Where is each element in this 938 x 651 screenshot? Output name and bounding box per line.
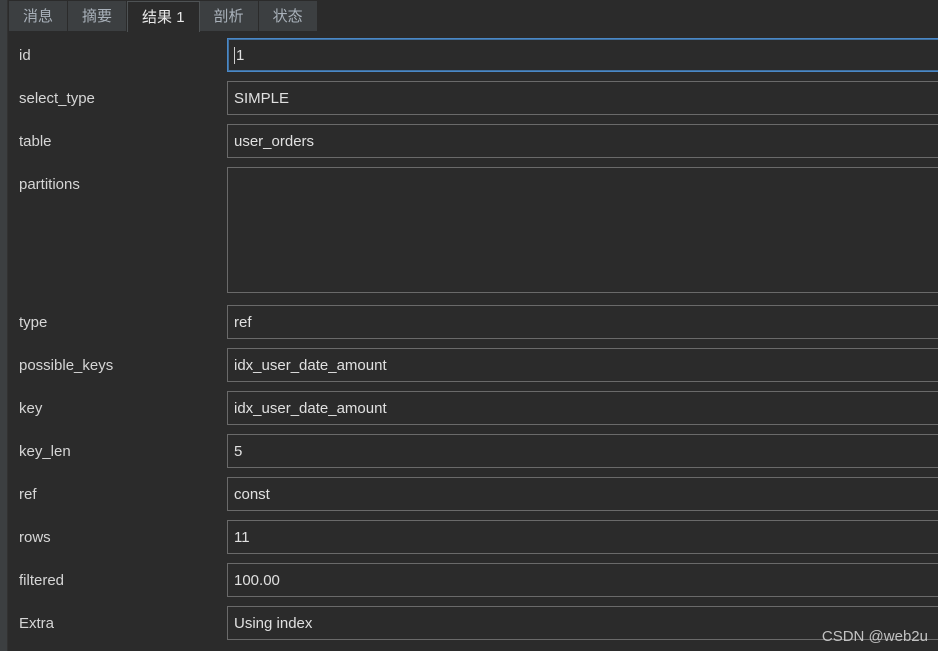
left-gutter-strip (0, 0, 8, 651)
tab-3[interactable]: 剖析 (200, 1, 259, 31)
field-value-rows: 11 (234, 530, 250, 545)
field-input-Extra[interactable]: Using index (227, 606, 938, 640)
field-input-filtered[interactable]: 100.00 (227, 563, 938, 597)
field-input-partitions[interactable] (227, 167, 938, 293)
text-caret (234, 47, 235, 64)
field-label-select_type: select_type (19, 91, 95, 106)
field-value-id: 1 (236, 48, 244, 63)
record-row: key_len 5 (8, 432, 938, 475)
record-form: id 1 select_type SIMPLE table user_orderspart… (8, 32, 938, 651)
field-value-possible_keys: idx_user_date_amount (234, 358, 387, 373)
field-input-rows[interactable]: 11 (227, 520, 938, 554)
field-input-key[interactable]: idx_user_date_amount (227, 391, 938, 425)
field-label-filtered: filtered (19, 573, 64, 588)
result-tab-bar: 消息摘要结果 1剖析状态 (8, 0, 938, 32)
field-label-key_len: key_len (19, 444, 71, 459)
field-label-key: key (19, 401, 42, 416)
field-label-possible_keys: possible_keys (19, 358, 113, 373)
field-label-id: id (19, 48, 31, 63)
record-row: ref const (8, 475, 938, 518)
field-label-Extra: Extra (19, 616, 54, 631)
field-value-ref: const (234, 487, 270, 502)
field-value-filtered: 100.00 (234, 573, 280, 588)
record-row: type ref (8, 303, 938, 346)
record-row: Extra Using index (8, 604, 938, 647)
record-row: possible_keys idx_user_date_amount (8, 346, 938, 389)
field-value-table: user_orders (234, 134, 314, 149)
field-input-possible_keys[interactable]: idx_user_date_amount (227, 348, 938, 382)
field-value-select_type: SIMPLE (234, 91, 289, 106)
field-input-key_len[interactable]: 5 (227, 434, 938, 468)
field-label-rows: rows (19, 530, 51, 545)
field-label-type: type (19, 315, 47, 330)
tab-4[interactable]: 状态 (259, 1, 318, 31)
field-input-id[interactable]: 1 (227, 38, 938, 72)
field-input-ref[interactable]: const (227, 477, 938, 511)
result-panel-window: 消息摘要结果 1剖析状态 id 1 select_type SIMPLE table us… (0, 0, 938, 651)
field-input-select_type[interactable]: SIMPLE (227, 81, 938, 115)
record-row: id 1 (8, 36, 938, 79)
field-input-table[interactable]: user_orders (227, 124, 938, 158)
field-value-key_len: 5 (234, 444, 242, 459)
field-value-key: idx_user_date_amount (234, 401, 387, 416)
record-row: table user_orders (8, 122, 938, 165)
record-row: select_type SIMPLE (8, 79, 938, 122)
field-label-partitions: partitions (19, 177, 80, 192)
tab-0[interactable]: 消息 (8, 1, 68, 31)
field-label-ref: ref (19, 487, 37, 502)
record-row: filtered 100.00 (8, 561, 938, 604)
record-row: partitions (8, 165, 938, 303)
field-input-type[interactable]: ref (227, 305, 938, 339)
tab-active-2[interactable]: 结果 1 (127, 1, 200, 32)
record-row: rows 11 (8, 518, 938, 561)
field-value-type: ref (234, 315, 252, 330)
record-row: key idx_user_date_amount (8, 389, 938, 432)
field-value-Extra: Using index (234, 616, 312, 631)
tab-1[interactable]: 摘要 (68, 1, 127, 31)
field-label-table: table (19, 134, 52, 149)
